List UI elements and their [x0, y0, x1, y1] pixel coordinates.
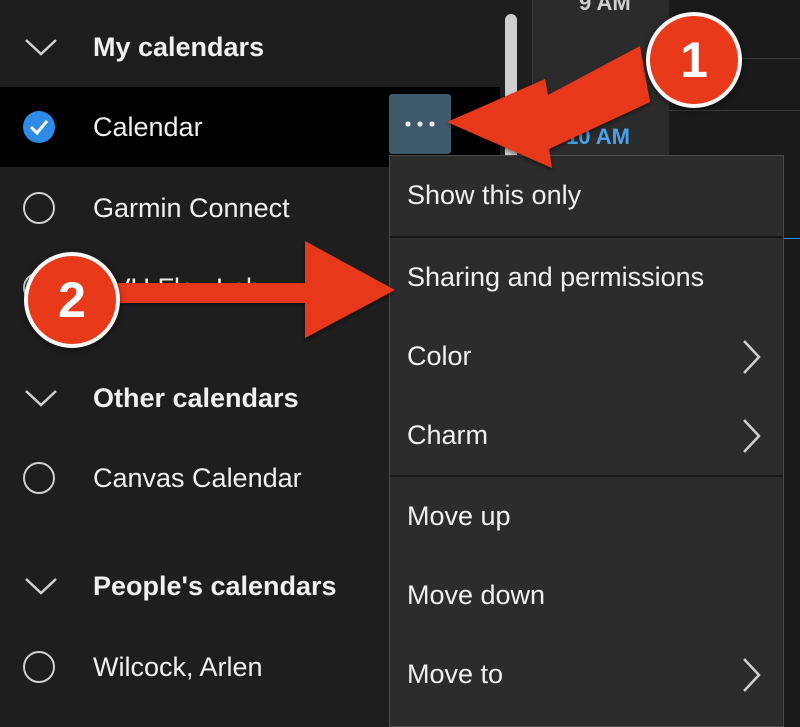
- menu-item-sharing-permissions[interactable]: Sharing and permissions: [390, 238, 783, 317]
- calendar-label: Garmin Connect: [93, 192, 290, 223]
- time-column: 9 AM 10 AM: [532, 0, 669, 160]
- menu-item-label: Show this only: [407, 180, 582, 210]
- menu-item-move-to[interactable]: Move to: [390, 635, 783, 714]
- chevron-down-icon: [25, 39, 57, 56]
- menu-item-label: Sharing and permissions: [407, 262, 705, 292]
- menu-item-move-up[interactable]: Move up: [390, 477, 783, 556]
- calendar-label: Canvas Calendar: [93, 462, 302, 493]
- time-10am: 10 AM: [566, 124, 630, 149]
- unchecked-circle-icon[interactable]: [22, 191, 56, 225]
- menu-item-color[interactable]: Color: [390, 317, 783, 396]
- calendar-label: Wilcock, Arlen: [93, 651, 263, 682]
- menu-item-label: Charm: [407, 420, 489, 450]
- unchecked-circle-icon[interactable]: [22, 650, 56, 684]
- section-my-calendars[interactable]: My calendars: [0, 7, 500, 87]
- menu-item-show-this-only[interactable]: Show this only: [390, 156, 783, 235]
- chevron-right-icon: [743, 339, 761, 374]
- chevron-right-icon: [743, 657, 761, 692]
- checked-circle-icon[interactable]: [22, 110, 56, 144]
- callout-badge-2: 2: [24, 252, 120, 348]
- chevron-down-icon: [25, 578, 57, 595]
- section-label: My calendars: [93, 31, 265, 62]
- callout-badge-1: 1: [646, 12, 742, 108]
- menu-item-label: Move to: [407, 659, 504, 689]
- time-9am: 9 AM: [579, 0, 631, 15]
- menu-item-label: Color: [407, 341, 472, 371]
- unchecked-circle-icon[interactable]: [22, 461, 56, 495]
- more-options-button[interactable]: [389, 94, 451, 154]
- grid-line: [668, 110, 800, 111]
- menu-item-charm[interactable]: Charm: [390, 396, 783, 475]
- chevron-right-icon: [743, 418, 761, 453]
- section-label: Other calendars: [93, 382, 299, 413]
- sidebar-scrollbar[interactable]: [505, 14, 517, 164]
- chevron-down-icon: [25, 390, 57, 407]
- section-label: People's calendars: [93, 570, 337, 601]
- calendar-context-menu: Show this only Sharing and permissions C…: [389, 155, 784, 727]
- more-icon: [405, 121, 435, 127]
- menu-item-label: Move down: [407, 580, 546, 610]
- menu-item-label: Move up: [407, 501, 511, 531]
- calendar-label: Calendar: [93, 111, 203, 142]
- menu-item-move-down[interactable]: Move down: [390, 556, 783, 635]
